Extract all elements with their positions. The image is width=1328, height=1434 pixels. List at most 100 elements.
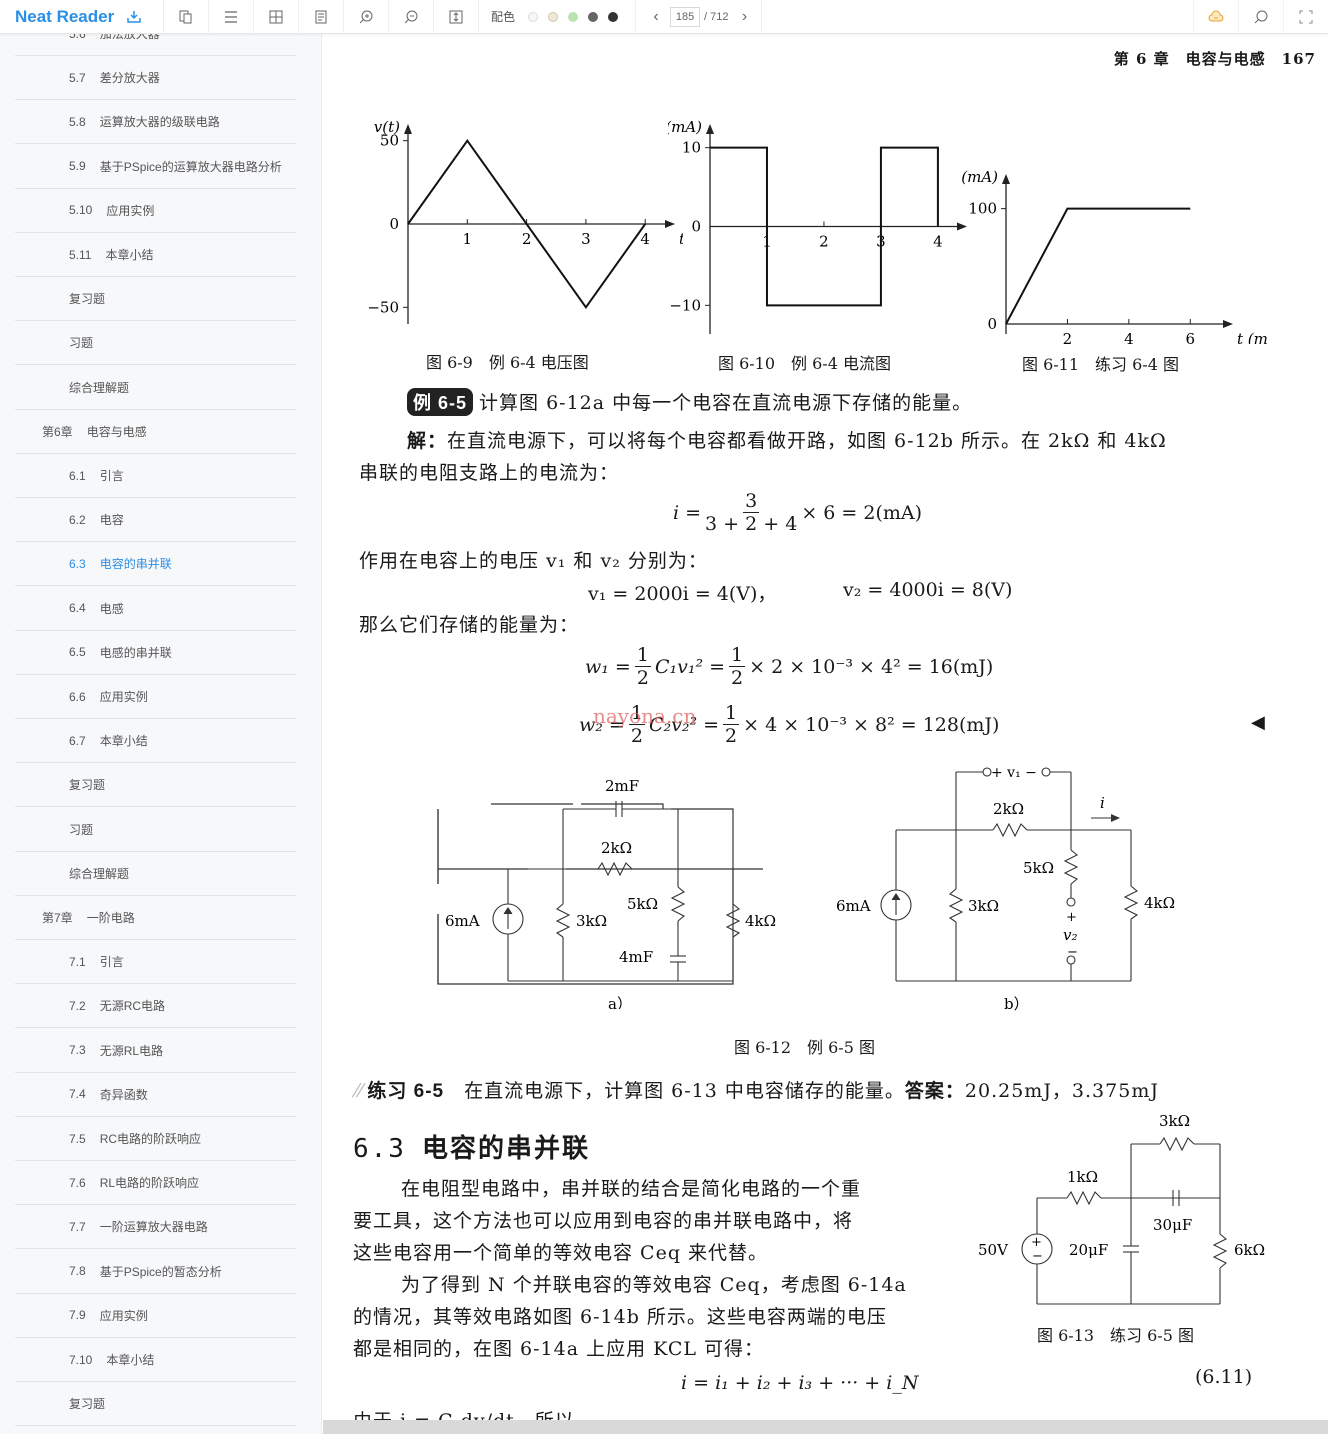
zoom-out-button[interactable]: [389, 0, 434, 34]
toc-item[interactable]: 5.7 差分放大器: [15, 56, 296, 101]
data-series-line: [1005, 207, 1191, 325]
toc-item[interactable]: 6.3 电容的串并联: [15, 542, 296, 587]
grid-button[interactable]: [254, 0, 299, 34]
zoom-in-icon: [359, 10, 373, 23]
circuit-6-12a-drawing: 2mF 2kΩ 6mA 3kΩ 5kΩ 4mF 4kΩ a）: [445, 777, 776, 1009]
x-tick-label: 2: [819, 233, 829, 251]
toc-item[interactable]: 6.4 电感: [15, 587, 296, 631]
notes-button[interactable]: [299, 0, 344, 34]
fullscreen-button[interactable]: [1283, 0, 1328, 34]
x-axis-label: t (ms): [1237, 330, 1268, 344]
page-number-input[interactable]: 185: [670, 6, 701, 27]
toc-item[interactable]: 7.4 奇异函数: [15, 1073, 296, 1117]
para1-line3: 这些电容用一个简单的等效电容 Ceq 来代替。: [353, 1242, 769, 1264]
y-tick-label: 0: [987, 315, 997, 333]
download-icon[interactable]: [126, 9, 142, 25]
toc-item[interactable]: 7.9 应用实例: [15, 1294, 296, 1338]
toc-item-label: 电容的串并联: [99, 557, 172, 572]
toc-item[interactable]: 7.2 无源RC电路: [15, 984, 296, 1029]
toc-item[interactable]: 7.6 RL电路的阶跃响应: [15, 1161, 296, 1206]
toc-item-number: 5.6: [69, 34, 86, 41]
prev-page-button[interactable]: ‹: [646, 8, 666, 26]
toc-button[interactable]: [209, 0, 254, 34]
theme-swatch-green[interactable]: [568, 11, 579, 22]
toc-item[interactable]: 7.3 无源RL电路: [15, 1029, 296, 1073]
label-i: i: [1100, 794, 1105, 812]
label-30uF: 30μF: [1153, 1216, 1192, 1234]
equation-w1: w₁ = 12 C₁v₁² = 12 × 2 × 10⁻³ × 4² = 16(…: [585, 644, 993, 689]
toc-item-label: RL电路的阶跃响应: [99, 1176, 200, 1191]
y-axis-arrow: [1002, 174, 1010, 184]
toc-item[interactable]: 5.10 应用实例: [15, 189, 296, 233]
label-4k: 4kΩ: [745, 912, 776, 930]
toc-item[interactable]: 6.7 本章小结: [15, 719, 296, 764]
app-name: Neat Reader: [15, 6, 115, 26]
toc-item[interactable]: 7.8 基于PSpice的暂态分析: [15, 1250, 296, 1294]
toc-item[interactable]: 习题: [15, 808, 296, 852]
toc-item-number: 7.6: [69, 1175, 86, 1190]
toc-item-label: 引言: [99, 955, 124, 970]
toc-item[interactable]: 5.8 运算放大器的级联电路: [15, 100, 296, 145]
page-total: / 712: [704, 10, 729, 23]
toc-item[interactable]: 第7章 一阶电路: [15, 896, 296, 940]
zoom-in-button[interactable]: [344, 0, 389, 34]
label-3k: 3kΩ: [576, 912, 607, 930]
label-2k: 2kΩ: [993, 800, 1024, 818]
x-tick-label: 2: [1063, 330, 1073, 344]
toc-item-number: 6.7: [69, 733, 86, 748]
toc-item[interactable]: 6.6 应用实例: [15, 675, 296, 719]
toc-item[interactable]: 6.2 电容: [15, 498, 296, 543]
half-num: 1: [729, 644, 746, 667]
toc-item[interactable]: 5.11 本章小结: [15, 233, 296, 277]
x-tick-label: 1: [463, 230, 473, 248]
circuit-6-12b-drawing: + v₁ − i 2kΩ 6mA 3kΩ 5kΩ + v₂ − 4kΩ b）: [836, 765, 1175, 1013]
label-v2-minus: −: [1067, 945, 1078, 960]
eq-w2-half-2: 12: [723, 702, 740, 747]
toc-item[interactable]: 7.5 RC电路的阶跃响应: [15, 1117, 296, 1161]
fit-height-button[interactable]: [434, 0, 479, 34]
label-3k: 3kΩ: [968, 897, 999, 915]
label-6k: 6kΩ: [1234, 1241, 1265, 1259]
equation-v1: v₁ = 2000i = 4(V)，: [588, 583, 777, 605]
next-page-button[interactable]: ›: [734, 8, 754, 26]
toolbar: Neat Reader 配色 ‹ 185 / 712 ›: [0, 0, 1328, 34]
para1-line2: 要工具，这个方法也可以应用到电容的串并联电路中，将: [353, 1210, 854, 1232]
search-button[interactable]: [1238, 0, 1283, 34]
toc-item[interactable]: 综合理解题: [15, 852, 296, 896]
x-axis-arrow: [1223, 320, 1233, 328]
toc-item[interactable]: 习题: [15, 321, 296, 366]
y-tick-label: 50: [380, 132, 399, 150]
toc-item[interactable]: 复习题: [15, 763, 296, 808]
toc-item[interactable]: 6.1 引言: [15, 454, 296, 498]
toc-item[interactable]: 7.7 一阶运算放大器电路: [15, 1205, 296, 1250]
toc-item[interactable]: 6.5 电感的串并联: [15, 631, 296, 675]
copy-button[interactable]: [164, 0, 209, 34]
theme-swatch-black[interactable]: [608, 11, 619, 22]
cloud-icon: [1208, 10, 1224, 22]
toc-item[interactable]: 7.10 本章小结: [15, 1338, 296, 1382]
horizontal-scrollbar[interactable]: [323, 1420, 1328, 1434]
theme-swatch-beige[interactable]: [548, 11, 559, 22]
answer-value: 20.25mJ，3.375mJ: [964, 1080, 1159, 1102]
label-v2-plus: +: [1066, 910, 1077, 925]
theme-swatch-gray[interactable]: [588, 11, 599, 22]
toc-item[interactable]: 复习题: [15, 1382, 296, 1427]
toc-item-label: RC电路的阶跃响应: [99, 1132, 202, 1146]
cloud-sync-button[interactable]: [1193, 0, 1238, 34]
toc-item[interactable]: 7.1 引言: [15, 940, 296, 985]
toc-item[interactable]: 5.9 基于PSpice的运算放大器电路分析: [15, 145, 296, 189]
toc-item[interactable]: 5.6 加法放大器: [15, 34, 296, 56]
section-heading: 6.3 电容的串并联: [353, 1128, 590, 1165]
section-title: 电容的串并联: [421, 1134, 590, 1164]
equation-number: (6.11): [1195, 1366, 1253, 1388]
theme-swatch-white[interactable]: [528, 11, 539, 22]
toc-item[interactable]: 第6章 电容与电感: [15, 410, 296, 454]
toc-item-number: 6.3: [69, 556, 86, 571]
toc-item-number: 7.10: [69, 1352, 93, 1367]
half-den: 2: [725, 725, 738, 747]
fig-6-13-caption: 图 6-13 练习 6-5 图: [1037, 1326, 1194, 1345]
theme-label: 配色: [491, 10, 516, 24]
fig-6-10-caption: 图 6-10 例 6-4 电流图: [718, 354, 891, 373]
toc-item[interactable]: 复习题: [15, 277, 296, 322]
toc-item[interactable]: 综合理解题: [15, 366, 296, 410]
